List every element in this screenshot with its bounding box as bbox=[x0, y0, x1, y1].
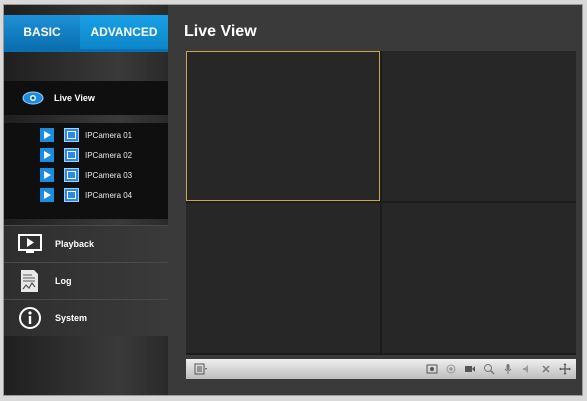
play-icon[interactable] bbox=[40, 188, 54, 202]
eye-icon bbox=[22, 91, 44, 105]
video-cell[interactable] bbox=[186, 51, 380, 201]
page-title: Live View bbox=[184, 23, 257, 40]
camera-label: IPCamera 03 bbox=[85, 170, 133, 180]
camera-icon bbox=[64, 188, 79, 202]
sidebar-item-live-view[interactable]: Live View bbox=[4, 81, 176, 115]
camera-label: IPCamera 01 bbox=[85, 130, 133, 140]
sidebar-item-system[interactable]: System bbox=[4, 299, 168, 336]
camera-icon bbox=[64, 168, 79, 182]
video-grid bbox=[186, 51, 576, 355]
log-icon bbox=[21, 270, 38, 292]
toolbar-actions bbox=[420, 362, 572, 376]
tab-advanced[interactable]: ADVANCED bbox=[80, 15, 168, 49]
playback-icon bbox=[18, 234, 42, 253]
camera-item[interactable]: IPCamera 02 bbox=[40, 147, 132, 163]
microphone-icon[interactable] bbox=[501, 362, 515, 376]
camera-item[interactable]: IPCamera 03 bbox=[40, 167, 132, 183]
sidebar-item-log[interactable]: Log bbox=[4, 262, 168, 299]
camera-label: IPCamera 02 bbox=[85, 150, 133, 160]
play-icon[interactable] bbox=[40, 128, 54, 142]
close-icon[interactable] bbox=[539, 362, 553, 376]
tab-basic[interactable]: BASIC bbox=[4, 15, 80, 49]
ptz-control-icon[interactable] bbox=[558, 362, 572, 376]
snapshot-icon[interactable] bbox=[425, 362, 439, 376]
video-toolbar bbox=[186, 359, 576, 379]
camera-item[interactable]: IPCamera 04 bbox=[40, 187, 132, 203]
play-icon[interactable] bbox=[40, 168, 54, 182]
video-record-icon[interactable] bbox=[463, 362, 477, 376]
camera-list: IPCamera 01 IPCamera 02 IPCamera 03 IPCa… bbox=[4, 123, 168, 219]
video-cell[interactable] bbox=[382, 51, 576, 201]
video-cell[interactable] bbox=[382, 203, 576, 353]
main-panel: Live View bbox=[168, 5, 582, 395]
layout-menu-icon[interactable] bbox=[194, 363, 208, 375]
camera-item[interactable]: IPCamera 01 bbox=[40, 127, 132, 143]
camera-label: IPCamera 04 bbox=[85, 190, 133, 200]
camera-icon bbox=[64, 148, 79, 162]
video-cell[interactable] bbox=[186, 203, 380, 353]
sidebar-item-label: Live View bbox=[54, 93, 95, 103]
tab-underline bbox=[4, 49, 168, 52]
zoom-icon[interactable] bbox=[482, 362, 496, 376]
sidebar-item-label: Log bbox=[55, 276, 72, 286]
sidebar: BASIC ADVANCED Live View IPCamera 01 IPC… bbox=[4, 5, 176, 395]
app-window: BASIC ADVANCED Live View IPCamera 01 IPC… bbox=[3, 4, 583, 396]
sidebar-item-label: System bbox=[55, 313, 88, 323]
play-icon[interactable] bbox=[40, 148, 54, 162]
speaker-icon[interactable] bbox=[520, 362, 534, 376]
sidebar-item-label: Playback bbox=[55, 239, 95, 249]
info-icon bbox=[19, 307, 41, 329]
record-icon[interactable] bbox=[444, 362, 458, 376]
sidebar-item-playback[interactable]: Playback bbox=[4, 225, 168, 262]
mode-tabs: BASIC ADVANCED bbox=[4, 15, 168, 49]
camera-icon bbox=[64, 128, 79, 142]
